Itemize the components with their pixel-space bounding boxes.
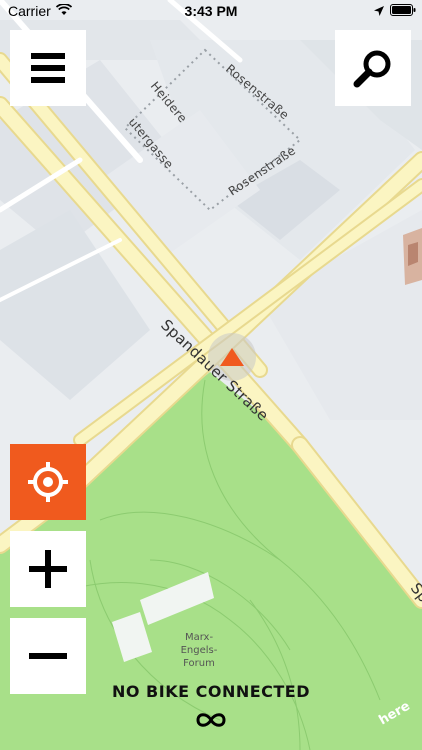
poi-label-line3: Forum	[183, 658, 215, 669]
hamburger-icon	[31, 53, 65, 83]
menu-button[interactable]	[10, 30, 86, 106]
plus-icon	[29, 550, 67, 588]
minus-icon	[29, 653, 67, 659]
poi-label-line1: Marx-	[185, 632, 214, 643]
zoom-in-button[interactable]	[10, 531, 86, 607]
search-icon	[353, 50, 391, 88]
infinity-icon[interactable]	[193, 708, 229, 732]
search-button[interactable]	[335, 30, 411, 106]
bike-connection-status[interactable]: NO BIKE CONNECTED	[0, 682, 422, 701]
locate-me-button[interactable]	[10, 444, 86, 520]
poi-label-line2: Engels-	[181, 645, 218, 656]
status-bar: Carrier 3:43 PM	[0, 0, 422, 22]
status-time: 3:43 PM	[184, 3, 238, 19]
landmark-3d-building	[403, 228, 422, 285]
crosshair-icon	[28, 462, 68, 502]
